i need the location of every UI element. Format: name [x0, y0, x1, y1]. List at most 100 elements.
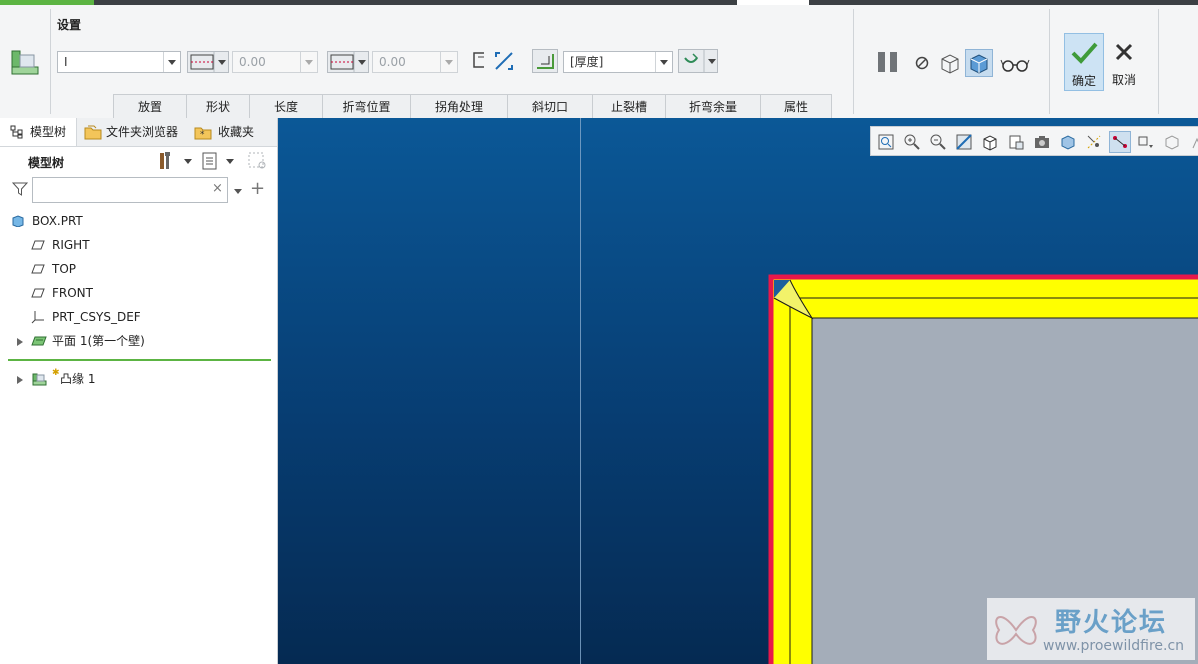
flange-icon — [32, 373, 47, 386]
tree-item-label: 平面 1(第一个壁) — [52, 334, 145, 348]
settings-tools-icon[interactable] — [158, 151, 194, 171]
tab-folder-browser-label: 文件夹浏览器 — [106, 125, 179, 139]
flange-feature-icon — [8, 45, 42, 79]
chevron-down-icon[interactable] — [440, 52, 457, 72]
perspective-view-icon[interactable] — [1059, 133, 1077, 151]
insert-indicator-line[interactable] — [8, 359, 271, 361]
zoom-in-icon[interactable] — [903, 133, 921, 151]
refit-icon[interactable] — [877, 133, 895, 151]
favorites-folder-icon: * — [194, 127, 212, 140]
ribbon-tab-row: 放置 形状 长度 折弯位置 拐角处理 斜切口 止裂槽 折弯余量 属性 — [113, 94, 832, 118]
repaint-icon[interactable] — [955, 133, 973, 151]
view-manager-icon[interactable] — [1033, 133, 1051, 151]
panel-tabs: 模型树 文件夹浏览器 * 收藏夹 — [0, 118, 277, 147]
tree-item-label: RIGHT — [52, 238, 90, 252]
feature-ribbon: 设置 I 0.00 0.00 [厚度] 放置 形状 长度 折弯位置 拐角处理 斜… — [0, 5, 1198, 119]
chevron-down-icon[interactable] — [232, 186, 244, 196]
length-2-value: 0.00 — [379, 55, 406, 69]
length-type-2-button[interactable] — [327, 51, 369, 73]
wall-type-value: I — [64, 55, 68, 69]
tab-model-tree[interactable]: 模型树 — [0, 118, 77, 146]
tab-relief[interactable]: 止裂槽 — [592, 94, 666, 118]
tab-length[interactable]: 长度 — [249, 94, 323, 118]
tab-favorites[interactable]: * 收藏夹 — [190, 118, 270, 146]
datum-plane-icon — [31, 264, 45, 274]
saved-orientations-icon[interactable] — [1007, 133, 1025, 151]
length-side1-icon — [190, 52, 226, 72]
length-side2-icon — [330, 52, 366, 72]
tree-search-input[interactable] — [32, 177, 228, 203]
expand-arrow-icon[interactable] — [17, 338, 23, 346]
expand-arrow-icon[interactable] — [17, 376, 23, 384]
more-tools-icon[interactable] — [1189, 133, 1198, 151]
tree-item-label: TOP — [52, 262, 77, 276]
length-1-field[interactable]: 0.00 — [232, 51, 318, 73]
model-tree-header: 模型树 — [28, 156, 65, 170]
part-icon — [12, 215, 24, 227]
tree-item-label: FRONT — [52, 286, 93, 300]
tab-model-tree-label: 模型树 — [30, 125, 67, 139]
tree-item-flange[interactable]: ✱ 凸缘 1 — [0, 368, 270, 390]
display-style-icon[interactable] — [981, 133, 999, 151]
cancel-label: 取消 — [1111, 73, 1136, 87]
zoom-out-icon[interactable] — [929, 133, 947, 151]
clear-search-icon[interactable]: × — [212, 182, 224, 196]
forum-watermark: 野火论坛 www.proewildfire.cn — [987, 598, 1195, 660]
tree-item-top-plane[interactable]: TOP — [0, 258, 270, 280]
preview-wireframe-icon[interactable] — [938, 51, 962, 75]
length-type-1-button[interactable] — [187, 51, 229, 73]
sheetmetal-wall-icon — [31, 336, 47, 346]
datum-plane-icon — [31, 240, 45, 250]
point-display-toggle[interactable] — [1109, 131, 1131, 153]
length-1-value: 0.00 — [239, 55, 266, 69]
bend-radius-side-button[interactable] — [678, 49, 718, 73]
tree-item-label: BOX.PRT — [32, 214, 83, 228]
flip-direction-icon[interactable] — [492, 49, 516, 73]
ok-button[interactable]: 确定 — [1064, 33, 1104, 91]
cancel-button[interactable]: 取消 — [1106, 33, 1142, 91]
annotation-display-icon — [1113, 136, 1127, 148]
length-2-field[interactable]: 0.00 — [372, 51, 458, 73]
tree-item-first-wall[interactable]: 平面 1(第一个壁) — [0, 330, 270, 352]
tab-favorites-label: 收藏夹 — [218, 125, 255, 139]
filter-funnel-icon[interactable] — [12, 181, 28, 197]
tree-item-right-plane[interactable]: RIGHT — [0, 234, 270, 256]
tab-bend-position[interactable]: 折弯位置 — [322, 94, 411, 118]
chevron-down-icon[interactable] — [300, 52, 317, 72]
add-filter-icon[interactable]: + — [250, 180, 266, 198]
no-preview-icon[interactable] — [914, 55, 930, 71]
tree-item-csys[interactable]: PRT_CSYS_DEF — [0, 306, 270, 328]
thickness-select[interactable]: [厚度] — [563, 51, 673, 73]
tree-item-front-plane[interactable]: FRONT — [0, 282, 270, 304]
chevron-down-icon[interactable] — [163, 52, 180, 72]
show-list-icon[interactable] — [201, 151, 237, 171]
tab-properties[interactable]: 属性 — [760, 94, 832, 118]
tab-folder-browser[interactable]: 文件夹浏览器 — [78, 118, 188, 146]
model-tree-panel: 模型树 文件夹浏览器 * 收藏夹 模型树 × + BOX.PRT RIGHT T… — [0, 118, 278, 664]
verify-glasses-icon[interactable] — [1000, 57, 1030, 73]
spin-center-icon[interactable] — [1137, 133, 1155, 151]
sheetmetal-model[interactable] — [278, 118, 1198, 664]
pause-icon[interactable] — [875, 49, 901, 75]
wall-type-select[interactable]: I — [57, 51, 181, 73]
tab-miter-cut[interactable]: 斜切口 — [507, 94, 593, 118]
close-icon — [1115, 43, 1133, 61]
tree-icon — [10, 125, 23, 139]
thickness-value: [厚度] — [570, 55, 604, 69]
tree-item-part[interactable]: BOX.PRT — [0, 210, 270, 232]
chevron-down-icon[interactable] — [655, 52, 672, 72]
hidden-line-icon[interactable] — [1163, 133, 1181, 151]
csys-icon — [31, 311, 44, 324]
tab-placement[interactable]: 放置 — [113, 94, 187, 118]
profile-sketch-icon[interactable] — [470, 49, 490, 73]
butterfly-logo-icon — [995, 616, 1037, 645]
datum-display-icon[interactable] — [1085, 133, 1103, 151]
graphics-viewport[interactable] — [278, 118, 1198, 664]
tab-bend-allowance[interactable]: 折弯余量 — [665, 94, 761, 118]
use-thickness-button[interactable] — [532, 49, 558, 73]
tab-shape[interactable]: 形状 — [186, 94, 250, 118]
watermark-url: www.proewildfire.cn — [1043, 638, 1185, 654]
tab-corner-treatment[interactable]: 拐角处理 — [410, 94, 508, 118]
svg-text:*: * — [200, 130, 205, 140]
preview-solid-icon[interactable] — [965, 49, 993, 77]
